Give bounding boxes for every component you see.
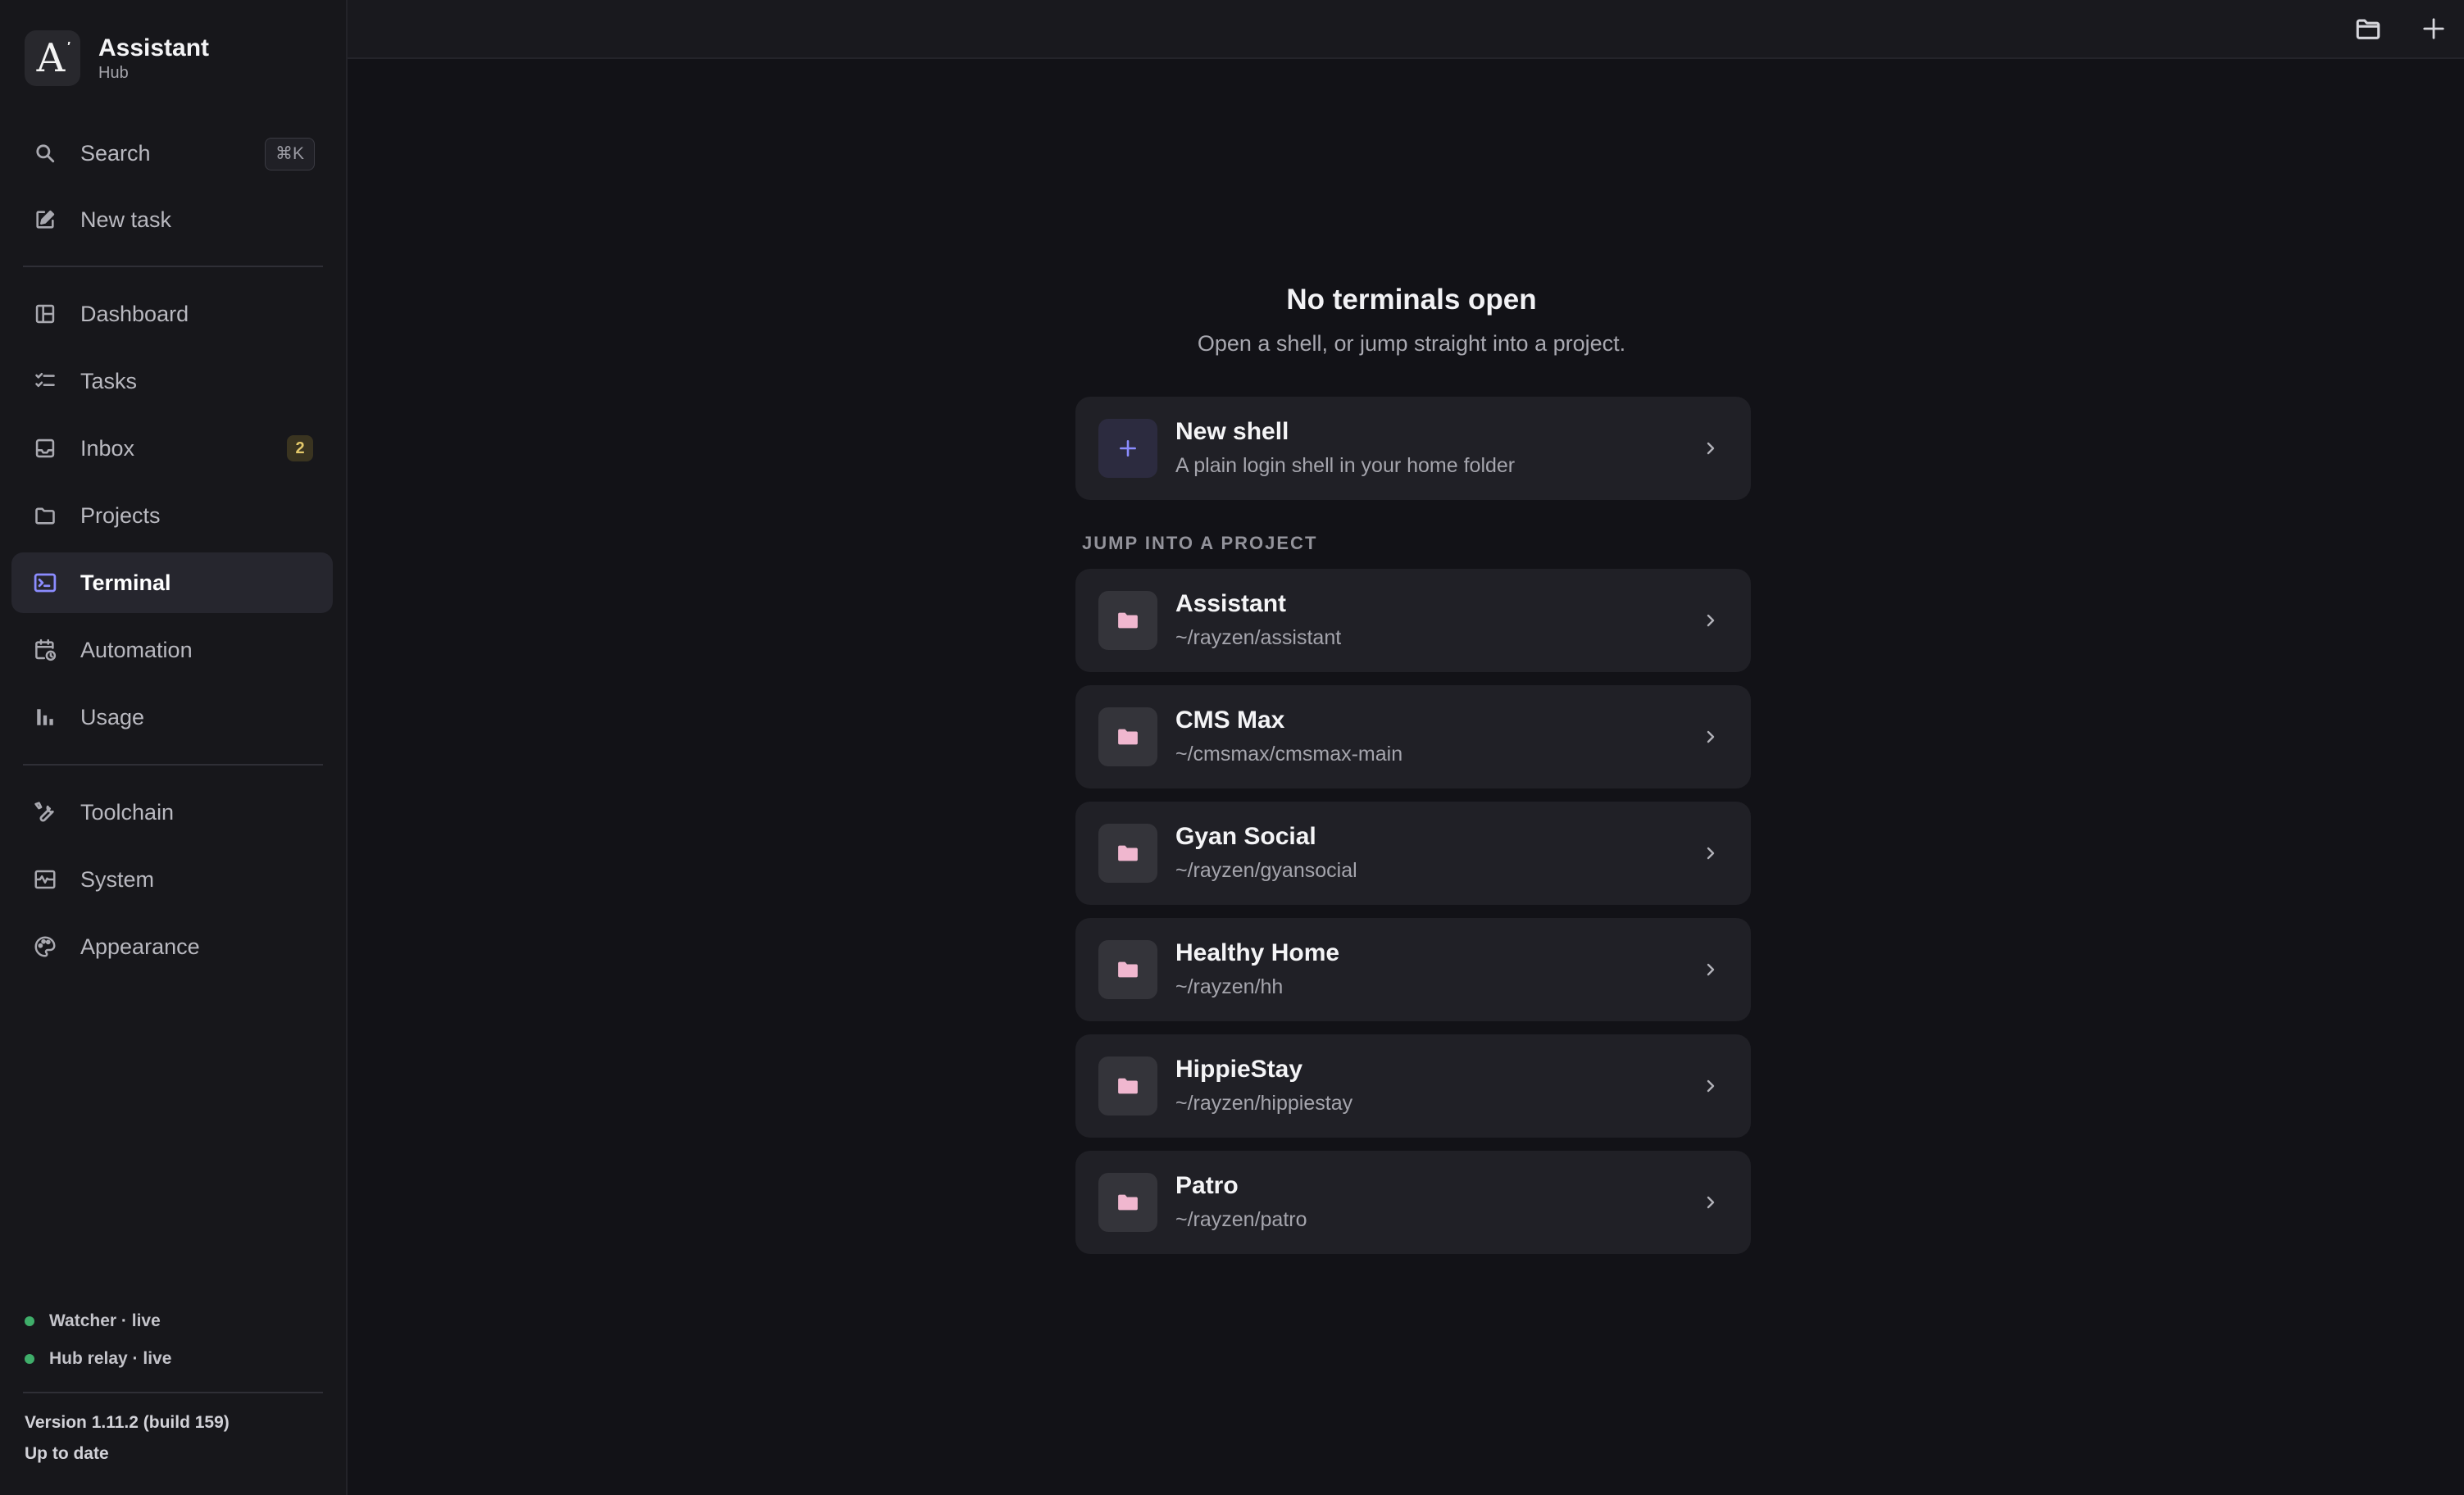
update-status[interactable]: Up to date [25, 1444, 109, 1464]
calendar-clock-icon [31, 636, 59, 664]
live-indicator-dot [25, 1354, 34, 1364]
project-path: ~/rayzen/patro [1175, 1208, 1307, 1231]
dashboard-icon [31, 300, 59, 328]
empty-state-title: No terminals open [1286, 284, 1537, 316]
project-card-patro[interactable]: Patro ~/rayzen/patro [1075, 1151, 1751, 1254]
folder-icon [1098, 707, 1157, 766]
app-logo: A ′ [25, 30, 80, 86]
sidebar-item-label: Inbox [80, 435, 135, 461]
new-shell-card[interactable]: New shell A plain login shell in your ho… [1075, 397, 1751, 500]
plus-icon [2421, 16, 2446, 41]
palette-icon [31, 933, 59, 961]
open-folder-button[interactable] [2349, 10, 2387, 48]
project-card-hippiestay[interactable]: HippieStay ~/rayzen/hippiestay [1075, 1034, 1751, 1138]
sidebar-item-automation[interactable]: Automation [11, 620, 333, 680]
sidebar-item-terminal[interactable]: Terminal [11, 552, 333, 613]
sidebar-divider [23, 764, 323, 766]
project-path: ~/rayzen/hippiestay [1175, 1092, 1353, 1115]
folder-icon [1098, 824, 1157, 883]
new-task-label: New task [80, 207, 172, 232]
search-button[interactable]: Search ⌘K [11, 123, 333, 184]
monitor-heart-icon [31, 866, 59, 893]
sidebar: A ′ Assistant Hub Search ⌘K New task Das… [0, 0, 348, 1495]
sidebar-item-projects[interactable]: Projects [11, 485, 333, 546]
logo-letter: A [36, 35, 66, 81]
project-card-gyan-social[interactable]: Gyan Social ~/rayzen/gyansocial [1075, 802, 1751, 905]
app-subtitle: Hub [98, 64, 129, 82]
folder-icon [1098, 940, 1157, 999]
folder-icon [1098, 591, 1157, 650]
sidebar-item-label: Usage [80, 704, 145, 729]
folder-icon [31, 502, 59, 529]
top-bar [348, 0, 2464, 59]
logo-mark: ′ [67, 40, 70, 54]
empty-state-subtitle: Open a shell, or jump straight into a pr… [1197, 331, 1626, 356]
hub-relay-status: Hub relay · live [25, 1349, 171, 1369]
brand[interactable]: A ′ Assistant Hub [25, 28, 209, 89]
sidebar-item-label: Dashboard [80, 301, 189, 326]
sidebar-item-label: Projects [80, 502, 161, 528]
folder-icon [1098, 1173, 1157, 1232]
tasks-icon [31, 367, 59, 395]
sidebar-item-label: Toolchain [80, 799, 175, 825]
search-icon [31, 139, 59, 167]
watcher-status: Watcher · live [25, 1311, 161, 1331]
project-name: HippieStay [1175, 1056, 1303, 1083]
project-card-healthy-home[interactable]: Healthy Home ~/rayzen/hh [1075, 918, 1751, 1021]
sidebar-item-inbox[interactable]: Inbox 2 [11, 418, 333, 479]
project-name: Gyan Social [1175, 823, 1316, 850]
plus-icon [1098, 419, 1157, 478]
chevron-right-icon [1698, 434, 1723, 462]
new-terminal-button[interactable] [2415, 10, 2453, 48]
project-name: Assistant [1175, 590, 1287, 617]
version-label: Version 1.11.2 (build 159) [25, 1413, 230, 1432]
project-path: ~/cmsmax/cmsmax-main [1175, 743, 1403, 766]
search-label: Search [80, 140, 151, 166]
sidebar-item-toolchain[interactable]: Toolchain [11, 782, 333, 843]
sidebar-item-appearance[interactable]: Appearance [11, 916, 333, 977]
section-label: JUMP INTO A PROJECT [1082, 533, 1318, 553]
new-shell-subtitle: A plain login shell in your home folder [1175, 454, 1516, 477]
project-card-assistant[interactable]: Assistant ~/rayzen/assistant [1075, 569, 1751, 672]
project-path: ~/rayzen/gyansocial [1175, 859, 1357, 882]
chevron-right-icon [1698, 1072, 1723, 1100]
sidebar-item-usage[interactable]: Usage [11, 687, 333, 748]
project-name: CMS Max [1175, 707, 1285, 734]
sidebar-item-label: Automation [80, 637, 193, 662]
inbox-icon [31, 434, 59, 462]
chevron-right-icon [1698, 607, 1723, 634]
project-card-cms-max[interactable]: CMS Max ~/cmsmax/cmsmax-main [1075, 685, 1751, 788]
project-path: ~/rayzen/hh [1175, 975, 1284, 998]
sidebar-divider [23, 1392, 323, 1393]
live-indicator-dot [25, 1316, 34, 1326]
chevron-right-icon [1698, 956, 1723, 984]
inbox-count-badge: 2 [287, 435, 313, 461]
sidebar-item-label: Tasks [80, 368, 138, 393]
watcher-status-label: Watcher · live [49, 1311, 161, 1330]
sidebar-item-system[interactable]: System [11, 849, 333, 910]
chevron-right-icon [1698, 1188, 1723, 1216]
sidebar-item-tasks[interactable]: Tasks [11, 351, 333, 411]
terminal-icon [31, 569, 59, 597]
project-path: ~/rayzen/assistant [1175, 626, 1342, 649]
sidebar-item-label: Appearance [80, 934, 200, 959]
folder-icon [1098, 1056, 1157, 1116]
hub-relay-status-label: Hub relay · live [49, 1349, 172, 1368]
new-task-button[interactable]: New task [11, 189, 333, 250]
folder-icon [2354, 15, 2382, 43]
sidebar-item-label: Terminal [80, 570, 171, 595]
project-name: Patro [1175, 1172, 1239, 1199]
app-name: Assistant [98, 34, 210, 61]
sidebar-item-dashboard[interactable]: Dashboard [11, 284, 333, 344]
sidebar-item-label: System [80, 866, 155, 892]
project-name: Healthy Home [1175, 939, 1340, 966]
search-shortcut: ⌘K [264, 138, 315, 170]
wrench-icon [31, 798, 59, 826]
chevron-right-icon [1698, 839, 1723, 867]
chevron-right-icon [1698, 723, 1723, 751]
sidebar-divider [23, 266, 323, 267]
new-shell-title: New shell [1175, 418, 1289, 445]
bar-chart-icon [31, 703, 59, 731]
edit-icon [31, 206, 59, 234]
